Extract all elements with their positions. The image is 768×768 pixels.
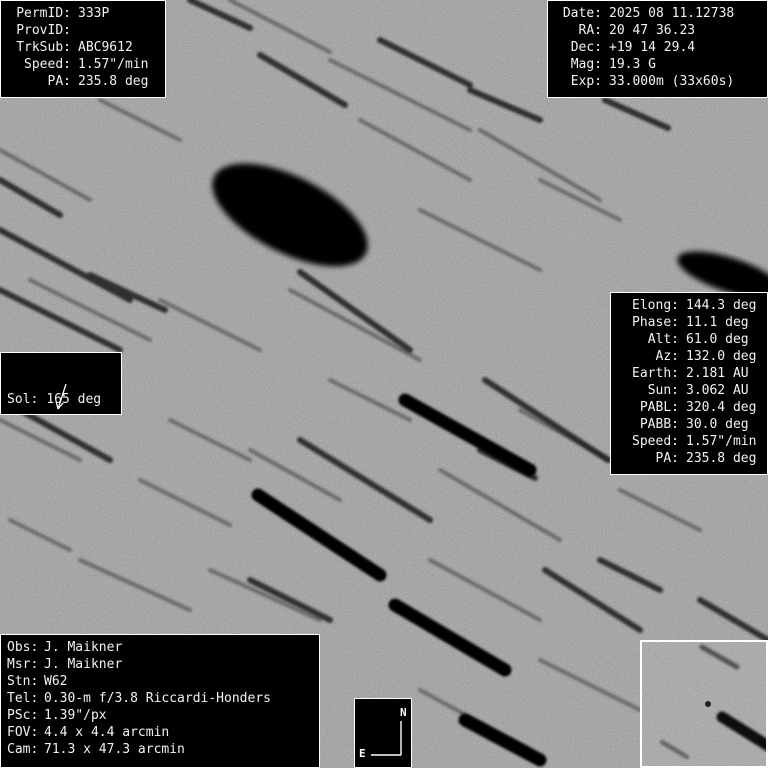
geometry-value: 132.0 deg xyxy=(686,349,757,364)
astrometry-label: Exp: xyxy=(570,74,602,89)
astrometry-row: Date: 2025 08 11.12738 xyxy=(554,5,761,22)
geometry-panel: Elong: 144.3 deg Phase: 11.1 deg Alt: 61.0 de… xyxy=(610,292,768,475)
astrometry-value: +19 14 29.4 xyxy=(609,40,696,55)
astrometry-row: Exp: 33.000m (33x60s) xyxy=(554,73,761,90)
target-object xyxy=(705,701,711,707)
observer-value: 71.3 x 47.3 arcmin xyxy=(44,742,185,757)
observer-value: 4.4 x 4.4 arcmin xyxy=(44,725,170,740)
observer-value: J. Maikner xyxy=(44,640,123,655)
geometry-label: Sun: xyxy=(647,383,679,398)
compass-rose: N E xyxy=(354,698,412,768)
geometry-row: Earth: 2.181 AU xyxy=(617,365,761,382)
astrometry-value: 33.000m (33x60s) xyxy=(609,74,735,89)
object-info-value: 235.8 deg xyxy=(78,74,149,89)
compass-north-label: N xyxy=(400,706,407,719)
geometry-label: Phase: xyxy=(632,315,679,330)
object-info-row: PermID: 333P xyxy=(7,5,159,22)
geometry-row: Elong: 144.3 deg xyxy=(617,297,761,314)
geometry-row: Alt: 61.0 deg xyxy=(617,331,761,348)
geometry-row: Az: 132.0 deg xyxy=(617,348,761,365)
geometry-label: PABL: xyxy=(639,400,679,415)
observer-label: Obs: xyxy=(7,640,39,655)
object-info-label: PA: xyxy=(47,74,71,89)
observer-row: PSc: 1.39"/px xyxy=(7,707,313,724)
solar-direction-panel: Sol: 165 deg xyxy=(0,352,122,415)
observer-row: FOV: 4.4 x 4.4 arcmin xyxy=(7,724,313,741)
geometry-value: 235.8 deg xyxy=(686,451,757,466)
geometry-value: 30.0 deg xyxy=(686,417,749,432)
astrometry-label: Mag: xyxy=(570,57,602,72)
astrometry-value: 19.3 G xyxy=(609,57,656,72)
object-info-row: ProvID: xyxy=(7,22,159,39)
geometry-value: 11.1 deg xyxy=(686,315,749,330)
astrometry-row: Mag: 19.3 G xyxy=(554,56,761,73)
observer-row: Obs: J. Maikner xyxy=(7,639,313,656)
geometry-value: 2.181 AU xyxy=(686,366,749,381)
object-info-row: Speed: 1.57"/min xyxy=(7,56,159,73)
astrometry-image-viewer: PermID: 333P ProvID: TrkSub: ABC9612 Speed: 1.… xyxy=(0,0,768,768)
observer-label: Msr: xyxy=(7,657,39,672)
thumbnail-image xyxy=(642,642,766,766)
observer-row: Cam: 71.3 x 47.3 arcmin xyxy=(7,741,313,758)
astrometry-panel: Date: 2025 08 11.12738 RA: 20 47 36.23 Dec: +… xyxy=(547,0,768,98)
geometry-row: PABB: 30.0 deg xyxy=(617,416,761,433)
geometry-label: Az: xyxy=(655,349,679,364)
sol-label: Sol: xyxy=(7,392,39,407)
sun-direction-arrow-icon xyxy=(55,383,67,410)
observer-label: Cam: xyxy=(7,742,39,757)
object-info-row: PA: 235.8 deg xyxy=(7,73,159,90)
observer-value: W62 xyxy=(44,674,68,689)
observer-row: Msr: J. Maikner xyxy=(7,656,313,673)
geometry-value: 3.062 AU xyxy=(686,383,749,398)
geometry-row: Phase: 11.1 deg xyxy=(617,314,761,331)
compass-east-label: E xyxy=(359,747,366,760)
object-info-row: TrkSub: ABC9612 xyxy=(7,39,159,56)
geometry-label: PA: xyxy=(655,451,679,466)
observer-panel: Obs: J. Maikner Msr: J. Maikner Stn: W62 Tel: 0… xyxy=(0,634,320,768)
observer-row: Tel: 0.30-m f/3.8 Riccardi-Honders xyxy=(7,690,313,707)
geometry-label: PABB: xyxy=(639,417,679,432)
astrometry-label: Date: xyxy=(562,6,602,21)
observer-label: FOV: xyxy=(7,725,39,740)
target-thumbnail xyxy=(640,640,768,768)
observer-label: Stn: xyxy=(7,674,39,689)
observer-value: 1.39"/px xyxy=(44,708,107,723)
astrometry-label: RA: xyxy=(578,23,602,38)
astrometry-value: 20 47 36.23 xyxy=(609,23,696,38)
object-info-value: 1.57"/min xyxy=(78,57,149,72)
object-info-value: 333P xyxy=(78,6,110,21)
astrometry-row: RA: 20 47 36.23 xyxy=(554,22,761,39)
geometry-row: Sun: 3.062 AU xyxy=(617,382,761,399)
geometry-row: PA: 235.8 deg xyxy=(617,450,761,467)
astrometry-value: 2025 08 11.12738 xyxy=(609,6,735,21)
geometry-label: Earth: xyxy=(632,366,679,381)
object-info-value: ABC9612 xyxy=(78,40,133,55)
observer-row: Stn: W62 xyxy=(7,673,313,690)
object-info-label: PermID: xyxy=(16,6,71,21)
geometry-value: 144.3 deg xyxy=(686,298,757,313)
astrometry-row: Dec: +19 14 29.4 xyxy=(554,39,761,56)
geometry-label: Elong: xyxy=(632,298,679,313)
astrometry-label: Dec: xyxy=(570,40,602,55)
geometry-value: 320.4 deg xyxy=(686,400,757,415)
geometry-row: PABL: 320.4 deg xyxy=(617,399,761,416)
object-info-label: TrkSub: xyxy=(16,40,71,55)
observer-value: 0.30-m f/3.8 Riccardi-Honders xyxy=(44,691,271,706)
geometry-label: Alt: xyxy=(647,332,679,347)
geometry-value: 61.0 deg xyxy=(686,332,749,347)
geometry-label: Speed: xyxy=(632,434,679,449)
observer-label: Tel: xyxy=(7,691,39,706)
observer-label: PSc: xyxy=(7,708,39,723)
geometry-value: 1.57"/min xyxy=(686,434,757,449)
object-info-label: Speed: xyxy=(24,57,71,72)
geometry-row: Speed: 1.57"/min xyxy=(617,433,761,450)
object-info-panel: PermID: 333P ProvID: TrkSub: ABC9612 Speed: 1.… xyxy=(0,0,166,98)
object-info-value xyxy=(71,22,78,39)
object-info-label: ProvID: xyxy=(16,23,71,38)
observer-value: J. Maikner xyxy=(44,657,123,672)
